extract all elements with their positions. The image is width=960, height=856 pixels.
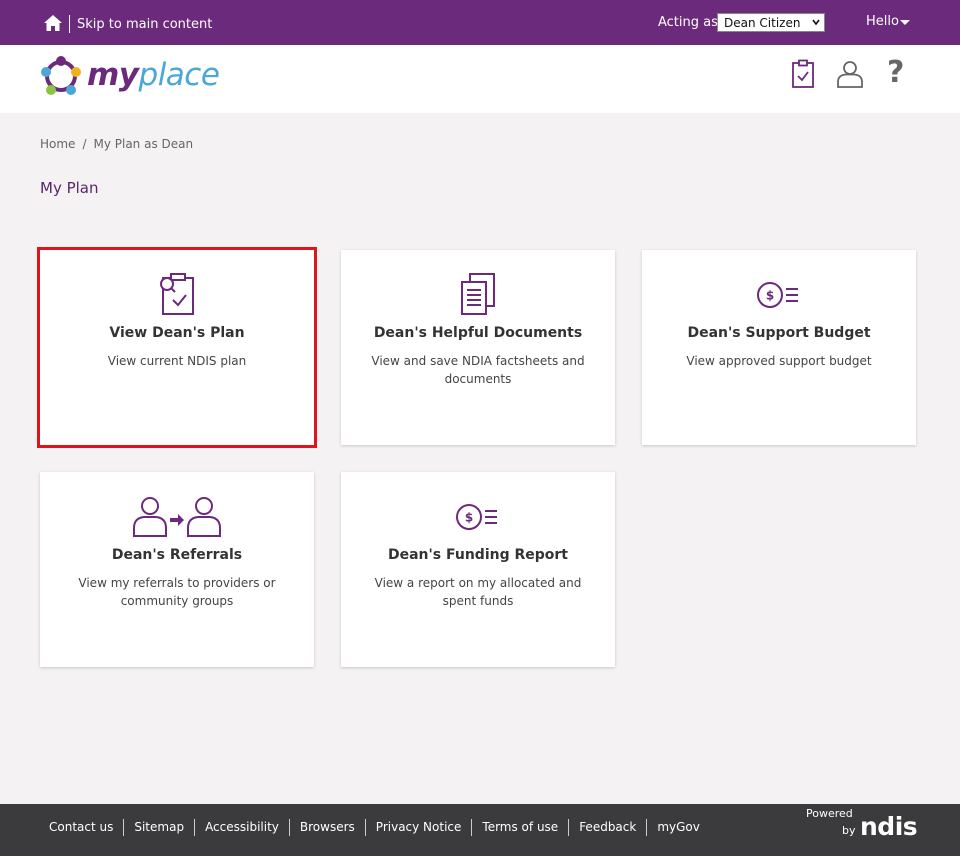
myplace-logo-icon[interactable] [40, 55, 82, 97]
acting-as-select[interactable]: Dean Citizen [717, 13, 825, 32]
dollar-list-icon: $ [456, 504, 497, 530]
card-title: Dean's Referrals [111, 547, 243, 563]
card-description: View and save NDIA factsheets and docume… [371, 354, 585, 386]
plan-search-icon [160, 273, 194, 315]
footer-link-feedback[interactable]: Feedback [568, 819, 646, 836]
card-description: View approved support budget [686, 354, 872, 368]
skip-to-main-link[interactable]: Skip to main content [77, 17, 212, 32]
dollar-list-icon: $ [757, 282, 798, 308]
ndis-logo[interactable]: ndis [860, 812, 918, 841]
clipboard-check-icon[interactable] [790, 59, 816, 89]
powered-label: Powered [806, 807, 853, 820]
svg-text:$: $ [465, 511, 473, 525]
card-title: Dean's Funding Report [387, 547, 569, 563]
logo-place: place [138, 57, 220, 93]
footer-link-terms[interactable]: Terms of use [471, 819, 568, 836]
footer-links: Contact us Sitemap Accessibility Browser… [49, 819, 710, 836]
card-referrals[interactable]: Dean's Referrals View my referrals to pr… [40, 472, 314, 667]
card-description: View my referrals to providers or commun… [78, 576, 276, 608]
question-icon[interactable]: ? [887, 55, 904, 90]
divider [69, 15, 70, 33]
documents-icon [461, 273, 495, 315]
logo-my: my [87, 57, 139, 93]
top-bar: Skip to main content Acting as Dean Citi… [0, 0, 960, 45]
footer-link-mygov[interactable]: myGov [646, 819, 710, 836]
card-title: Dean's Helpful Documents [373, 325, 583, 341]
card-title: Dean's Support Budget [687, 325, 871, 341]
card-view-plan[interactable]: View Dean's Plan View current NDIS plan [37, 247, 317, 448]
home-icon[interactable] [43, 14, 63, 32]
breadcrumb-separator: / [82, 137, 87, 151]
page-title: My Plan [40, 179, 99, 197]
chevron-down-icon [812, 19, 820, 26]
referral-people-icon [133, 497, 221, 537]
caret-down-icon[interactable] [900, 20, 910, 25]
hello-menu[interactable]: Hello [866, 14, 899, 29]
acting-as-label: Acting as [658, 15, 718, 30]
acting-as-value: Dean Citizen [724, 16, 801, 30]
card-helpful-documents[interactable]: Dean's Helpful Documents View and save N… [341, 250, 615, 445]
by-label: by [842, 824, 856, 837]
footer-link-sitemap[interactable]: Sitemap [123, 819, 194, 836]
card-description: View current NDIS plan [107, 354, 247, 368]
footer-link-accessibility[interactable]: Accessibility [194, 819, 289, 836]
breadcrumb-home[interactable]: Home [40, 137, 75, 151]
site-footer: Contact us Sitemap Accessibility Browser… [0, 804, 960, 856]
breadcrumb-current: My Plan as Dean [93, 137, 194, 151]
card-support-budget[interactable]: $ Dean's Support Budget View approved su… [642, 250, 916, 445]
site-header: myplace ? [0, 45, 960, 113]
card-funding-report[interactable]: $ Dean's Funding Report View a report on… [341, 472, 615, 667]
breadcrumb: Home / My Plan as Dean [40, 137, 193, 151]
svg-text:$: $ [766, 289, 774, 303]
footer-link-contact[interactable]: Contact us [49, 819, 123, 836]
myplace-logo[interactable]: myplace [87, 57, 220, 93]
card-title: View Dean's Plan [109, 325, 245, 341]
card-description: View a report on my allocated and spent … [374, 576, 582, 608]
footer-link-browsers[interactable]: Browsers [288, 819, 365, 836]
person-icon[interactable] [836, 59, 864, 89]
footer-link-privacy[interactable]: Privacy Notice [364, 819, 472, 836]
